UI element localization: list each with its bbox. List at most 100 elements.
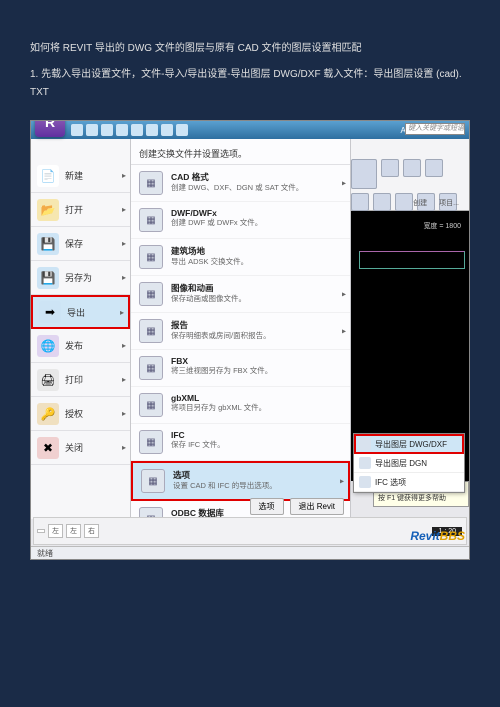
flyout-icon — [359, 476, 371, 488]
submenu-header: 创建交换文件并设置选项。 — [131, 139, 350, 165]
menu-label: 打印 — [65, 373, 83, 386]
export-item-title: 报告 — [171, 319, 271, 331]
export-item-选项[interactable]: ▦ 选项设置 CAD 和 IFC 的导出选项。 ▸ — [131, 461, 350, 501]
flyout-item[interactable]: IFC 选项 — [354, 473, 464, 492]
chevron-right-icon: ▸ — [122, 409, 126, 418]
qat-icon[interactable] — [86, 124, 98, 136]
export-type-icon: ▦ — [141, 469, 165, 493]
export-item-建筑场地[interactable]: ▦建筑场地导出 ADSK 交换文件。 — [131, 239, 350, 276]
export-item-CAD 格式[interactable]: ▦CAD 格式创建 DWG、DXF、DGN 或 SAT 文件。▸ — [131, 165, 350, 202]
qat-icon[interactable] — [131, 124, 143, 136]
ribbon-icon[interactable] — [403, 159, 421, 177]
export-item-DWF/DWFx[interactable]: ▦DWF/DWFx创建 DWF 或 DWFx 文件。 — [131, 202, 350, 239]
chevron-right-icon: ▸ — [122, 375, 126, 384]
wall-geometry — [359, 251, 465, 269]
bb-box[interactable]: 右 — [84, 524, 99, 538]
export-item-title: 选项 — [173, 469, 277, 481]
export-item-desc: 保存动画或图像文件。 — [171, 294, 246, 303]
view-control-bar: 左 左 右 1 : 20 — [33, 517, 467, 545]
menu-item-打开[interactable]: 📂打开▸ — [31, 193, 130, 227]
flyout-item[interactable]: 导出图层 DGN — [354, 454, 464, 473]
chevron-right-icon: ▸ — [120, 308, 124, 317]
chevron-right-icon: ▸ — [122, 171, 126, 180]
export-item-desc: 导出 ADSK 交换文件。 — [171, 257, 248, 266]
qat-icon[interactable] — [116, 124, 128, 136]
options-button[interactable]: 选项 — [250, 498, 284, 515]
chevron-right-icon: ▸ — [342, 290, 346, 299]
export-type-icon: ▦ — [139, 171, 163, 195]
qat-icon[interactable] — [161, 124, 173, 136]
dimension-text: 宽度 = 1800 — [423, 221, 461, 231]
menu-label: 新建 — [65, 169, 83, 182]
doc-step1: 1. 先载入导出设置文件，文件-导入/导出设置-导出图层 DWG/DXF 载入文… — [30, 66, 470, 102]
chevron-right-icon: ▸ — [340, 477, 344, 486]
flyout-label: IFC 选项 — [375, 477, 406, 488]
chevron-right-icon: ▸ — [342, 327, 346, 336]
menu-item-关闭[interactable]: ✖关闭▸ — [31, 431, 130, 465]
flyout-label: 导出图层 DWG/DXF — [375, 439, 447, 450]
qat-icon[interactable] — [101, 124, 113, 136]
export-item-报告[interactable]: ▦报告保存明细表或房间/面积报告。▸ — [131, 313, 350, 350]
ribbon-icon[interactable] — [395, 193, 413, 211]
flyout-icon — [359, 457, 371, 469]
ribbon-panel-labels: 创建 项目... — [413, 198, 459, 208]
search-input[interactable]: 键入关键字或短语 — [405, 123, 465, 135]
menu-label: 发布 — [65, 339, 83, 352]
bb-box[interactable] — [37, 529, 45, 533]
ribbon-label: 项目... — [439, 198, 459, 208]
quick-access-toolbar — [71, 124, 188, 136]
watermark: RevitBBS — [410, 529, 465, 543]
options-flyout: 导出图层 DWG/DXF 导出图层 DGN IFC 选项 — [353, 433, 465, 493]
export-item-IFC[interactable]: ▦IFC保存 IFC 文件。 — [131, 424, 350, 461]
qat-icon[interactable] — [176, 124, 188, 136]
doc-title: 如何将 REVIT 导出的 DWG 文件的图层与原有 CAD 文件的图层设置相匹… — [30, 40, 470, 58]
menu-icon: ✖ — [37, 437, 59, 459]
export-submenu-panel: 创建交换文件并设置选项。 ▦CAD 格式创建 DWG、DXF、DGN 或 SAT… — [131, 139, 351, 519]
export-item-title: DWF/DWFx — [171, 208, 262, 218]
export-type-icon: ▦ — [139, 319, 163, 343]
export-item-title: 图像和动画 — [171, 282, 246, 294]
app-menu-button[interactable]: R — [35, 120, 65, 137]
menu-label: 打开 — [65, 203, 83, 216]
qat-icon[interactable] — [146, 124, 158, 136]
ribbon-icon[interactable] — [425, 159, 443, 177]
menu-item-导出[interactable]: ➡导出▸ — [31, 295, 130, 329]
bb-box[interactable]: 左 — [66, 524, 81, 538]
menu-icon: 💾 — [37, 267, 59, 289]
menu-label: 导出 — [67, 306, 85, 319]
export-type-icon: ▦ — [139, 393, 163, 417]
export-item-desc: 将三维视图另存为 FBX 文件。 — [171, 366, 272, 375]
flyout-label: 导出图层 DGN — [375, 458, 427, 469]
ribbon-icon[interactable] — [351, 159, 377, 189]
menu-item-授权[interactable]: 🔑 授权 ▸ — [31, 397, 130, 431]
menu-label: 授权 — [65, 407, 83, 420]
ribbon-icon[interactable] — [373, 193, 391, 211]
qat-icon[interactable] — [71, 124, 83, 136]
watermark-b: BBS — [440, 529, 465, 543]
export-item-图像和动画[interactable]: ▦图像和动画保存动画或图像文件。▸ — [131, 276, 350, 313]
menu-icon: 💾 — [37, 233, 59, 255]
menu-item-打印[interactable]: 🖨 打印 ▸ — [31, 363, 130, 397]
bb-box[interactable]: 左 — [48, 524, 63, 538]
menu-item-保存[interactable]: 💾保存▸ — [31, 227, 130, 261]
export-item-desc: 设置 CAD 和 IFC 的导出选项。 — [173, 481, 277, 490]
ribbon-icon[interactable] — [351, 193, 369, 211]
chevron-right-icon: ▸ — [122, 205, 126, 214]
export-item-gbXML[interactable]: ▦gbXML将项目另存为 gbXML 文件。 — [131, 387, 350, 424]
menu-icon: 🔑 — [37, 403, 59, 425]
export-type-icon: ▦ — [139, 356, 163, 380]
status-bar: 就绪 — [31, 546, 469, 559]
submenu-items: ▦CAD 格式创建 DWG、DXF、DGN 或 SAT 文件。▸▦DWF/DWF… — [131, 165, 350, 538]
menu-item-发布[interactable]: 🌐发布▸ — [31, 329, 130, 363]
ribbon-icon[interactable] — [381, 159, 399, 177]
menu-label: 关闭 — [65, 441, 83, 454]
menu-item-新建[interactable]: 📄新建▸ — [31, 159, 130, 193]
exit-revit-button[interactable]: 退出 Revit — [290, 498, 344, 515]
export-type-icon: ▦ — [139, 245, 163, 269]
chevron-right-icon: ▸ — [122, 239, 126, 248]
menu-item-另存为[interactable]: 💾另存为▸ — [31, 261, 130, 295]
document-text-block: 如何将 REVIT 导出的 DWG 文件的图层与原有 CAD 文件的图层设置相匹… — [0, 0, 500, 120]
menu-icon: 🖨 — [37, 369, 59, 391]
flyout-item[interactable]: 导出图层 DWG/DXF — [354, 434, 464, 454]
export-item-FBX[interactable]: ▦FBX将三维视图另存为 FBX 文件。 — [131, 350, 350, 387]
